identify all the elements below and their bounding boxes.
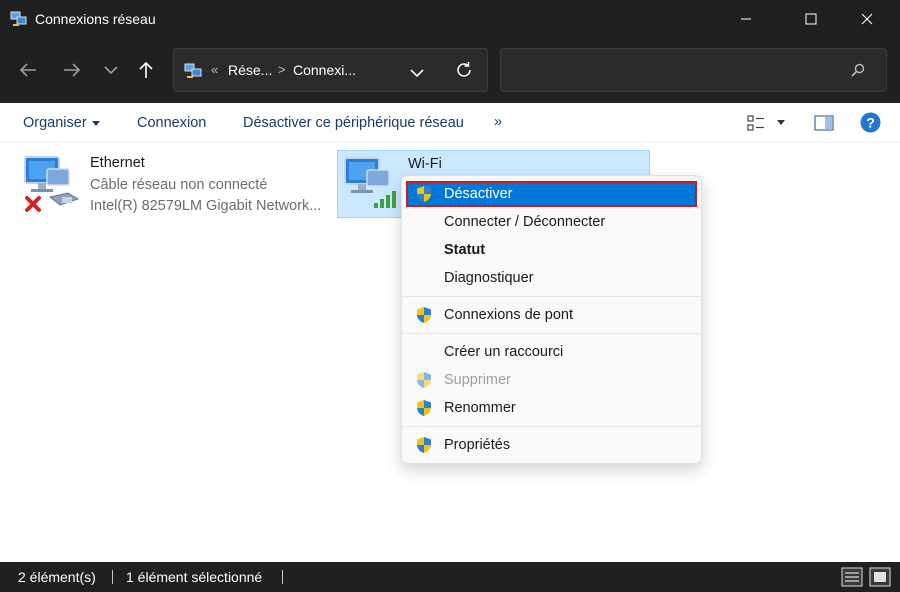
menu-item-label: Supprimer <box>444 372 511 388</box>
recent-locations-button[interactable] <box>99 58 123 82</box>
minimize-icon <box>741 18 751 20</box>
menu-item-label: Désactiver <box>444 186 513 202</box>
menu-item-label: Créer un raccourci <box>444 344 564 360</box>
up-button[interactable] <box>134 58 158 82</box>
search-icon <box>851 63 865 82</box>
chevron-down-icon <box>104 66 118 75</box>
svg-text:?: ? <box>866 115 875 131</box>
back-button[interactable] <box>16 58 40 82</box>
refresh-button[interactable] <box>455 61 473 82</box>
uac-shield-icon <box>415 306 433 324</box>
ethernet-status: Câble réseau non connecté <box>90 177 268 193</box>
network-connections-icon <box>10 10 28 28</box>
ethernet-connection[interactable]: Ethernet Câble réseau non connecté Intel… <box>20 149 330 219</box>
menu-item-rename[interactable]: Renommer <box>406 395 697 421</box>
ethernet-device: Intel(R) 82579LM Gigabit Network... <box>90 198 322 214</box>
menu-item-delete: Supprimer <box>406 367 697 393</box>
arrow-right-icon <box>64 63 81 77</box>
menu-item-label: Propriétés <box>444 437 511 453</box>
uac-shield-icon <box>415 371 433 389</box>
status-bar: 2 élément(s) 1 élément sélectionné <box>0 562 900 592</box>
help-icon: ? <box>860 112 881 133</box>
menu-item-label: Statut <box>444 242 486 258</box>
details-view-button[interactable] <box>841 566 863 588</box>
forward-button[interactable] <box>60 58 84 82</box>
menu-item-properties[interactable]: Propriétés <box>406 432 697 458</box>
large-icons-view-icon <box>869 567 891 587</box>
title-bar: Connexions réseau <box>0 0 900 38</box>
menu-item-diagnose[interactable]: Diagnostiquer <box>406 265 697 291</box>
menu-item-label: Renommer <box>444 400 516 416</box>
close-icon <box>861 13 873 25</box>
connect-button[interactable]: Connexion <box>137 115 206 131</box>
refresh-icon <box>457 62 471 77</box>
breadcrumb-separator: > <box>278 62 286 77</box>
organize-menu-button[interactable]: Organiser <box>23 115 100 131</box>
disconnected-x-icon <box>24 195 42 218</box>
address-row: « Rése... > Connexi... <box>0 38 900 103</box>
menu-separator <box>402 296 701 297</box>
menu-item-label: Connexions de pont <box>444 307 573 323</box>
window-title: Connexions réseau <box>35 11 156 27</box>
details-view-icon <box>841 567 863 587</box>
menu-item-label: Connecter / Déconnecter <box>444 214 606 230</box>
wifi-name: Wi-Fi <box>408 156 442 172</box>
more-commands-button[interactable]: » <box>494 114 502 130</box>
arrow-up-icon <box>139 61 153 78</box>
uac-shield-icon <box>415 436 433 454</box>
breadcrumb-reseau[interactable]: Rése... <box>228 62 272 78</box>
menu-item-disable[interactable]: Désactiver <box>406 181 697 207</box>
search-input[interactable] <box>500 48 887 92</box>
view-options-icon <box>747 115 764 131</box>
address-history-button[interactable] <box>410 65 424 81</box>
minimize-button[interactable] <box>721 0 771 38</box>
disable-device-button[interactable]: Désactiver ce périphérique réseau <box>243 115 464 131</box>
large-icons-view-button[interactable] <box>869 566 891 588</box>
command-bar: Organiser Connexion Désactiver ce périph… <box>0 103 900 143</box>
item-count: 2 élément(s) <box>18 569 96 585</box>
status-divider <box>282 570 283 584</box>
uac-shield-icon <box>415 399 433 417</box>
address-overflow[interactable]: « <box>211 62 218 77</box>
address-bar[interactable]: « Rése... > Connexi... <box>173 48 488 92</box>
maximize-button[interactable] <box>786 0 836 38</box>
help-button[interactable]: ? <box>860 112 881 137</box>
menu-item-create-shortcut[interactable]: Créer un raccourci <box>406 339 697 365</box>
uac-shield-icon <box>415 185 433 203</box>
close-button[interactable] <box>842 0 892 38</box>
change-view-button[interactable] <box>747 114 767 136</box>
chevron-down-icon <box>410 69 424 78</box>
signal-strength-icon <box>373 187 401 214</box>
breadcrumb-connexions[interactable]: Connexi... <box>293 62 356 78</box>
selection-count: 1 élément sélectionné <box>126 569 263 585</box>
context-menu: Désactiver Connecter / Déconnecter Statu… <box>401 175 702 464</box>
preview-pane-button[interactable] <box>814 114 834 136</box>
status-divider <box>112 570 113 584</box>
view-dropdown-button[interactable] <box>777 120 785 125</box>
menu-separator <box>402 426 701 427</box>
maximize-icon <box>805 13 817 25</box>
menu-separator <box>402 333 701 334</box>
network-folder-icon <box>184 62 204 80</box>
menu-item-status[interactable]: Statut <box>406 237 697 263</box>
dropdown-arrow-icon <box>91 120 100 126</box>
menu-item-bridge-connections[interactable]: Connexions de pont <box>406 302 697 328</box>
arrow-left-icon <box>19 63 36 77</box>
menu-item-connect-disconnect[interactable]: Connecter / Déconnecter <box>406 209 697 235</box>
menu-item-label: Diagnostiquer <box>444 270 534 286</box>
preview-pane-icon <box>814 115 834 131</box>
dropdown-arrow-icon <box>777 120 785 125</box>
ethernet-name: Ethernet <box>90 155 145 171</box>
